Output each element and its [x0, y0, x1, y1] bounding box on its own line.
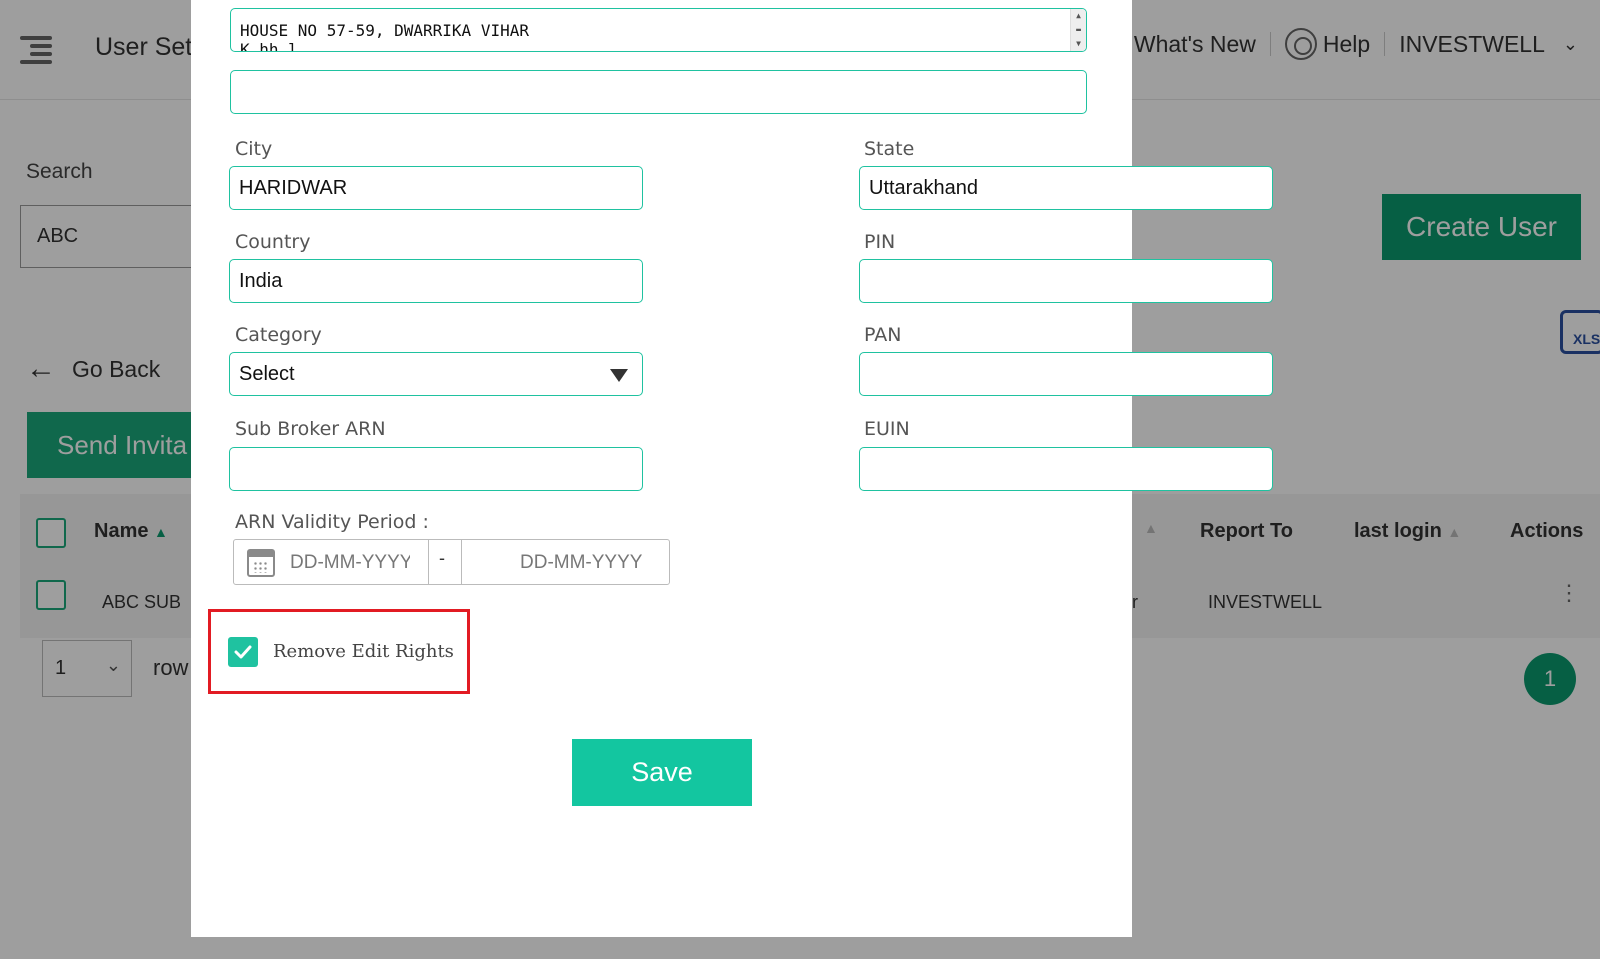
country-label: Country	[235, 231, 311, 253]
category-selected-value: Select	[239, 363, 295, 385]
sub-broker-arn-label: Sub Broker ARN	[235, 418, 386, 440]
pin-input[interactable]	[859, 259, 1273, 303]
category-select[interactable]: Select	[229, 352, 643, 396]
arn-to-date-input[interactable]: DD-MM-YYYY	[520, 552, 642, 574]
sub-broker-arn-input[interactable]	[229, 447, 643, 491]
date-range-separator: -	[439, 548, 445, 568]
remove-edit-rights-checkbox[interactable]	[228, 637, 258, 667]
arn-from-date-input[interactable]: DD-MM-YYYY	[290, 552, 410, 574]
arn-validity-range: DD-MM-YYYY - DD-MM-YYYY	[233, 539, 670, 585]
state-label: State	[864, 138, 915, 160]
divider	[461, 540, 462, 584]
pin-label: PIN	[864, 231, 896, 253]
address-overflow-text: K hh l	[240, 40, 298, 52]
country-input[interactable]: India	[229, 259, 643, 303]
pan-input[interactable]	[859, 352, 1273, 396]
textarea-scrollbar[interactable]: ▲ ▬ ▼	[1070, 9, 1086, 51]
state-input[interactable]: Uttarakhand	[859, 166, 1273, 210]
city-input[interactable]: HARIDWAR	[229, 166, 643, 210]
checkmark-icon	[234, 645, 252, 659]
pan-label: PAN	[864, 324, 902, 346]
calendar-icon[interactable]	[247, 549, 275, 577]
save-button[interactable]: Save	[572, 739, 752, 806]
address-line1-textarea[interactable]: HOUSE NO 57-59, DWARRIKA VIHAR K hh l ▲ ▬…	[230, 8, 1087, 52]
category-label: Category	[235, 324, 322, 346]
caret-down-icon	[610, 369, 628, 382]
divider	[428, 540, 429, 584]
euin-label: EUIN	[864, 418, 910, 440]
edit-user-modal: HOUSE NO 57-59, DWARRIKA VIHAR K hh l ▲ ▬…	[191, 0, 1273, 937]
remove-edit-rights-label[interactable]: Remove Edit Rights	[273, 641, 454, 662]
euin-input[interactable]	[859, 447, 1273, 491]
arn-validity-label: ARN Validity Period :	[235, 511, 429, 533]
city-label: City	[235, 138, 273, 160]
address-line2-input[interactable]	[230, 70, 1087, 114]
